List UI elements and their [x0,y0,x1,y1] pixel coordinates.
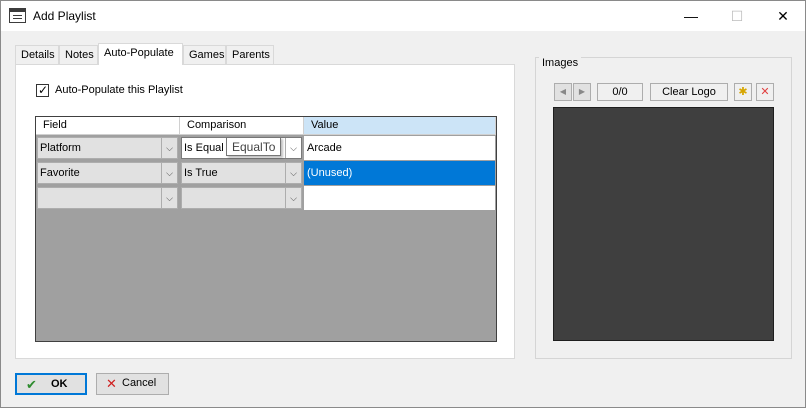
field-value: Favorite [40,167,80,179]
chevron-down-icon[interactable]: ⌵ [161,188,177,208]
chevron-down-icon[interactable]: ⌵ [161,138,177,158]
ok-button[interactable]: ✔ OK [15,373,87,395]
auto-populate-label[interactable]: Auto-Populate this Playlist [55,84,183,96]
app-window-icon [9,8,26,23]
value-cell[interactable]: Arcade [304,136,496,161]
auto-populate-checkbox[interactable]: ✓ [36,83,49,97]
add-star-icon: ✱ [738,86,748,98]
add-image-button[interactable]: ✱ [734,83,752,101]
tab-notes[interactable]: Notes [59,45,98,65]
table-row[interactable]: Favorite ⌵ Is True ⌵ (Unused) [36,161,496,186]
comparison-value: Is True [184,167,218,179]
checkmark-icon: ✓ [38,83,49,97]
delete-icon: ✕ [760,86,770,98]
delete-image-button[interactable]: ✕ [756,83,774,101]
next-image-button[interactable]: ▶ [573,83,591,101]
value-cell[interactable] [304,186,496,211]
chevron-down-icon[interactable]: ⌵ [285,163,301,183]
column-header-comparison[interactable]: Comparison [180,117,304,135]
add-playlist-dialog: Add Playlist — ☐ ✕ Details Notes Auto-Po… [0,0,806,408]
arrow-left-icon: ◀ [559,87,567,96]
images-group-label: Images [539,57,582,69]
title-bar[interactable]: Add Playlist — ☐ ✕ [1,1,805,31]
arrow-right-icon: ▶ [578,87,586,96]
chevron-down-icon[interactable]: ⌵ [161,163,177,183]
value-cell[interactable]: (Unused) [304,161,496,186]
auto-populate-panel: ✓ Auto-Populate this Playlist Field Comp… [15,64,515,359]
field-cell[interactable]: ⌵ [36,186,180,211]
clear-logo-button[interactable]: Clear Logo [650,83,728,101]
field-dropdown[interactable]: Favorite ⌵ [37,162,178,184]
tab-details[interactable]: Details [15,45,59,65]
field-cell[interactable]: Favorite ⌵ [36,161,180,186]
minimize-button[interactable]: — [668,1,714,31]
cancel-label: Cancel [122,377,157,389]
window-title: Add Playlist [33,9,96,23]
grid-header: Field Comparison Value [36,117,496,135]
table-row[interactable]: ⌵ ⌵ [36,186,496,211]
checkmark-icon: ✔ [26,377,37,392]
image-counter: 0/0 [597,83,643,101]
tab-parents[interactable]: Parents [226,45,274,65]
comparison-cell[interactable]: ⌵ [180,186,304,211]
ok-label: OK [51,378,68,390]
field-dropdown[interactable]: Platform ⌵ [37,137,178,159]
cancel-button[interactable]: ✕ Cancel [96,373,169,395]
column-header-value[interactable]: Value [304,117,496,135]
close-button[interactable]: ✕ [760,1,806,31]
field-dropdown[interactable]: ⌵ [37,187,178,209]
tab-games[interactable]: Games [183,45,226,65]
comparison-tooltip: EqualTo [226,137,282,156]
maximize-button: ☐ [730,8,744,24]
column-header-field[interactable]: Field [36,117,180,135]
tab-auto-populate[interactable]: Auto-Populate [98,43,183,65]
previous-image-button[interactable]: ◀ [554,83,572,101]
comparison-cell[interactable]: Is True ⌵ [180,161,304,186]
image-preview [553,107,774,341]
chevron-down-icon[interactable]: ⌵ [285,138,301,158]
field-cell[interactable]: Platform ⌵ [36,136,180,161]
comparison-dropdown[interactable]: Is True ⌵ [181,162,302,184]
field-value: Platform [40,142,81,154]
close-icon: ✕ [106,376,117,391]
comparison-dropdown[interactable]: ⌵ [181,187,302,209]
chevron-down-icon[interactable]: ⌵ [285,188,301,208]
